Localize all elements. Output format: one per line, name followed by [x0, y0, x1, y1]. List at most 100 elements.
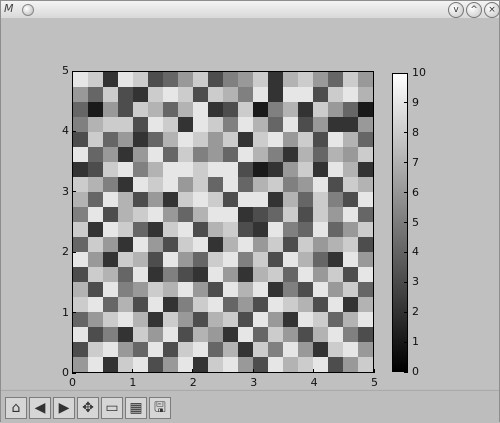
colorbar-tick-label: 0 [412, 365, 419, 378]
heatmap-cell [343, 282, 358, 297]
heatmap-cell [223, 297, 238, 312]
heatmap-cell [238, 282, 253, 297]
maximize-button[interactable]: ^ [466, 2, 482, 18]
y-tick-label: 0 [62, 366, 69, 379]
subplots-button[interactable]: ▦ [125, 397, 147, 419]
heatmap-cell [148, 312, 163, 327]
heatmap-cell [148, 357, 163, 372]
colorbar-tick-label: 9 [412, 95, 419, 109]
forward-button[interactable]: ▶ [53, 397, 75, 419]
heatmap-cell [253, 252, 268, 267]
heatmap-cell [223, 222, 238, 237]
heatmap-cell [283, 357, 298, 372]
minimize-button[interactable]: v [448, 2, 464, 18]
heatmap-cell [298, 162, 313, 177]
heatmap-cell [88, 177, 103, 192]
heatmap-cell [268, 102, 283, 117]
y-tick-label: 3 [62, 184, 69, 198]
heatmap-cell [343, 342, 358, 357]
heatmap-cell [193, 282, 208, 297]
heatmap-cell [103, 252, 118, 267]
save-button[interactable]: 🖫 [149, 397, 171, 419]
heatmap-cell [133, 147, 148, 162]
heatmap-cell [358, 267, 373, 282]
heatmap-cell [133, 342, 148, 357]
heatmap-cell [208, 132, 223, 147]
heatmap-cell [313, 72, 328, 87]
heatmap-cell [358, 342, 373, 357]
heatmap-cell [283, 162, 298, 177]
heatmap-cell [313, 102, 328, 117]
y-tick [72, 312, 76, 314]
heatmap-cell [253, 117, 268, 132]
heatmap-cell [133, 222, 148, 237]
heatmap-cell [88, 342, 103, 357]
heatmap-cell [283, 342, 298, 357]
heatmap-cell [193, 102, 208, 117]
close-button[interactable]: × [484, 2, 500, 18]
heatmap-cell [343, 72, 358, 87]
pan-button[interactable]: ✥ [77, 397, 99, 419]
heatmap-cell [208, 282, 223, 297]
heatmap-cell [358, 357, 373, 372]
heatmap-cell [208, 237, 223, 252]
heatmap-cell [148, 102, 163, 117]
heatmap-cell [193, 177, 208, 192]
heatmap-cell [238, 237, 253, 252]
heatmap-cell [223, 132, 238, 147]
heatmap-cell [283, 147, 298, 162]
heatmap-cell [358, 237, 373, 252]
heatmap-cell [193, 357, 208, 372]
heatmap-cell [193, 237, 208, 252]
heatmap-cell [163, 192, 178, 207]
heatmap-cell [268, 252, 283, 267]
heatmap-cell [313, 222, 328, 237]
heatmap-cell [283, 252, 298, 267]
y-tick [72, 191, 76, 193]
heatmap-cell [193, 342, 208, 357]
heatmap-cell [118, 192, 133, 207]
heatmap-cell [328, 147, 343, 162]
heatmap-cell [178, 297, 193, 312]
heatmap-cell [223, 177, 238, 192]
heatmap-cell [223, 192, 238, 207]
heatmap-cell [328, 132, 343, 147]
heatmap-cell [298, 117, 313, 132]
x-tick [313, 369, 315, 373]
heatmap-cell [298, 222, 313, 237]
figure-canvas[interactable]: 0 1 2 3 4 5 0 1 2 3 4 5 0 1 2 3 4 5 6 7 8 9 10 [1, 18, 499, 389]
heatmap-cell [343, 207, 358, 222]
heatmap-cell [268, 192, 283, 207]
home-button[interactable]: ⌂ [5, 397, 27, 419]
back-button[interactable]: ◀ [29, 397, 51, 419]
heatmap-cell [193, 297, 208, 312]
heatmap-cell [73, 207, 88, 222]
zoom-button[interactable]: ▭ [101, 397, 123, 419]
y-tick [72, 251, 76, 253]
heatmap-cell [268, 117, 283, 132]
heatmap-cell [358, 87, 373, 102]
heatmap-cell [313, 357, 328, 372]
heatmap-cell [148, 207, 163, 222]
heatmap-cell [88, 282, 103, 297]
heatmap-cell [268, 87, 283, 102]
heatmap-cell [193, 207, 208, 222]
heatmap-cell [103, 192, 118, 207]
heatmap-cell [223, 87, 238, 102]
window-menu-icon[interactable] [22, 4, 34, 16]
colorbar-tick-label: 7 [412, 155, 419, 169]
heatmap-cell [343, 252, 358, 267]
heatmap-cell [118, 237, 133, 252]
heatmap-cell [73, 357, 88, 372]
heatmap-cell [343, 222, 358, 237]
heatmap-cell [193, 162, 208, 177]
heatmap-cell [88, 102, 103, 117]
heatmap-cell [193, 312, 208, 327]
heatmap-cell [343, 117, 358, 132]
heatmap-cell [88, 132, 103, 147]
heatmap-cell [88, 312, 103, 327]
heatmap-cell [358, 147, 373, 162]
heatmap-cell [208, 327, 223, 342]
heatmap-cell [148, 87, 163, 102]
heatmap-cell [118, 282, 133, 297]
